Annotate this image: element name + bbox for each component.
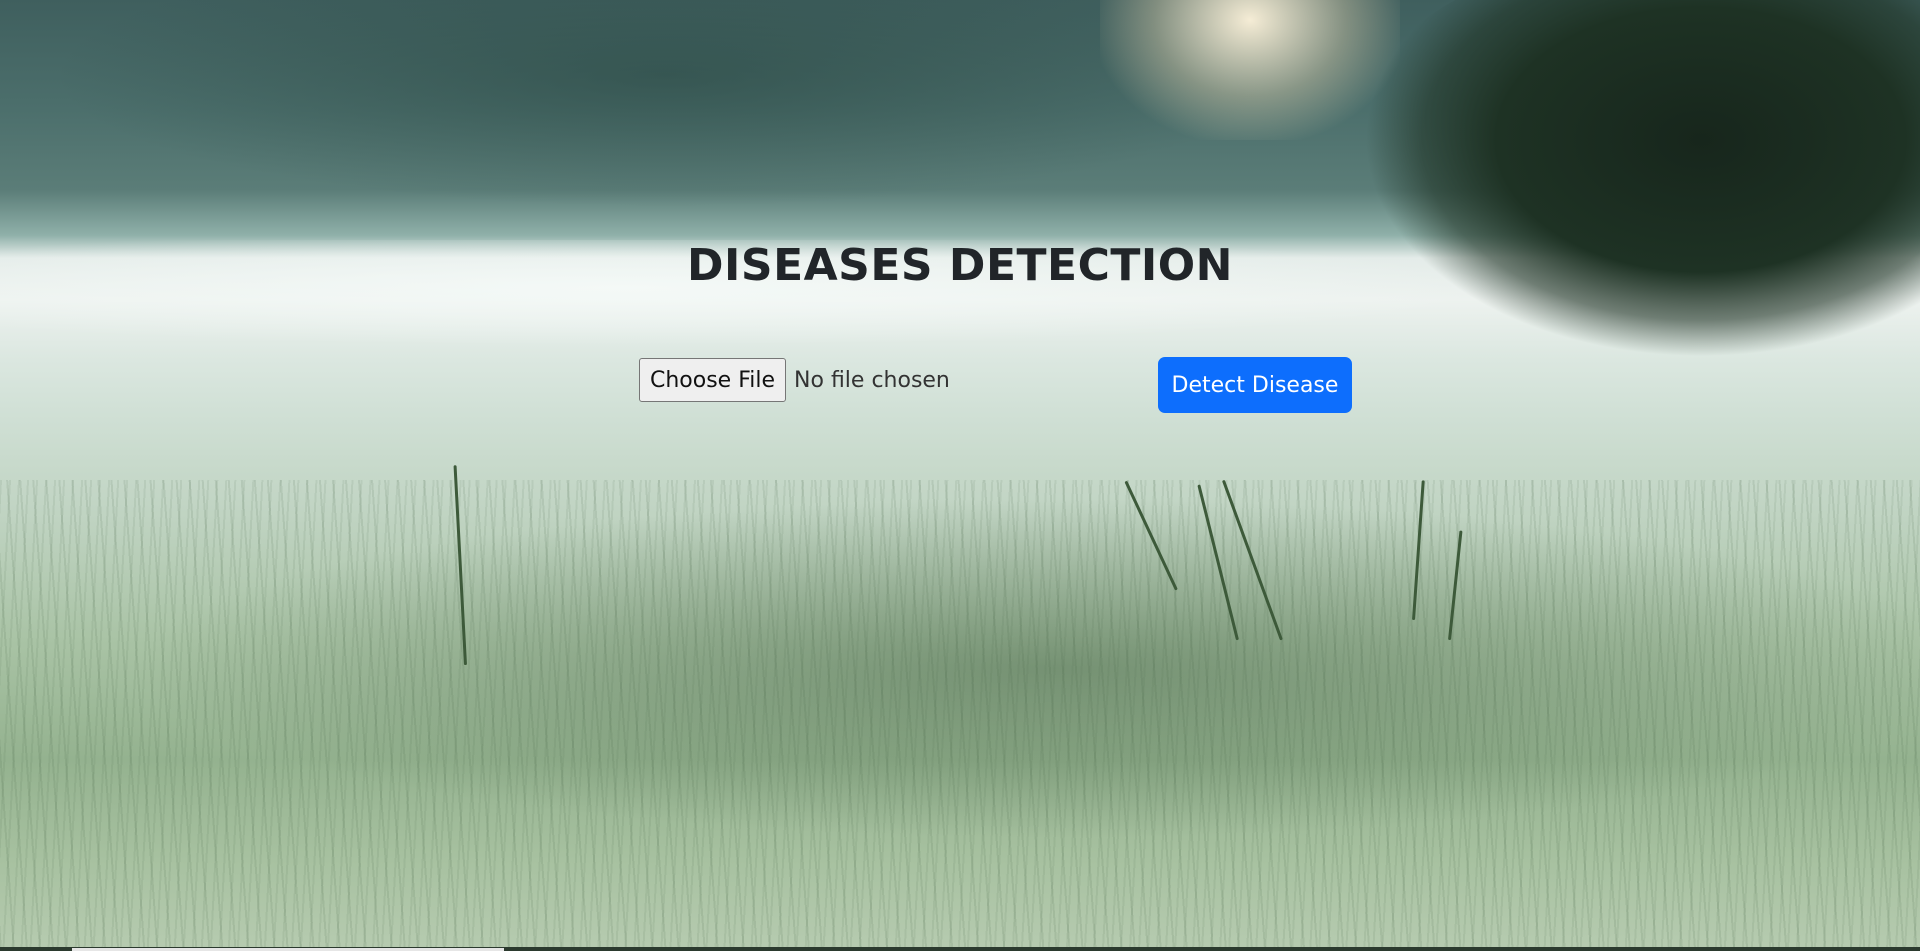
page: DISEASES DETECTION Choose File No file c… <box>0 0 1920 951</box>
page-title: DISEASES DETECTION <box>686 240 1233 291</box>
file-status-text: No file chosen <box>794 367 950 393</box>
choose-file-button[interactable]: Choose File <box>639 358 787 402</box>
background-meadow-image <box>0 0 1920 951</box>
detect-disease-button[interactable]: Detect Disease <box>1158 357 1352 413</box>
file-input[interactable]: Choose File No file chosen <box>639 358 950 402</box>
background-sun-glow <box>1100 0 1400 140</box>
background-grass <box>0 480 1920 951</box>
